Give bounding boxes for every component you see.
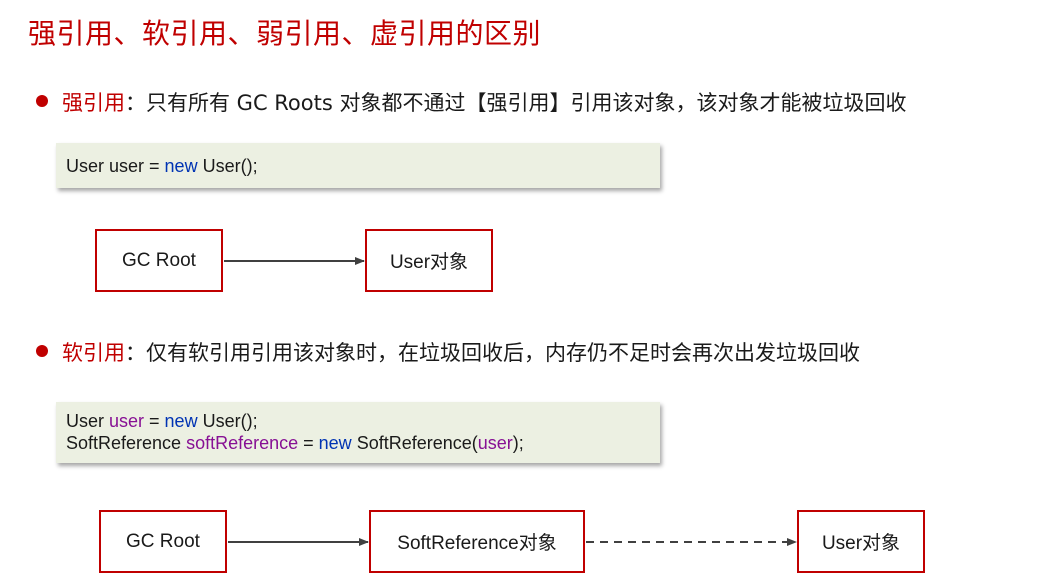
diagram-arrows (224, 257, 797, 546)
